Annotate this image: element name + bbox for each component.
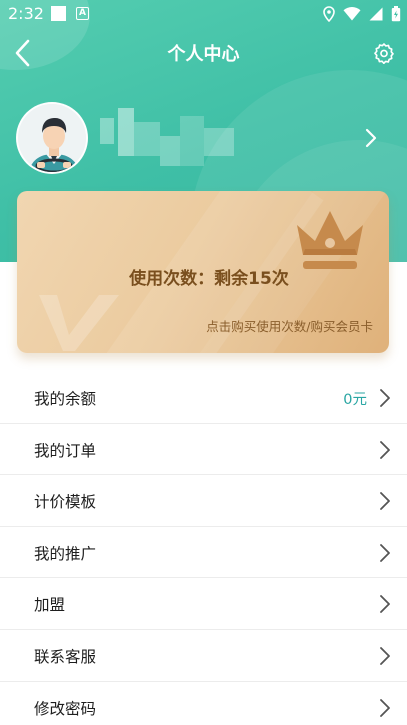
v-watermark-icon (39, 295, 119, 351)
menu-item-customer-service[interactable]: 联系客服 (0, 630, 407, 682)
signal-icon (369, 7, 383, 21)
usage-count-text: 使用次数：剩余15次 (129, 269, 289, 289)
menu-list: 我的余额 0元 我的订单 计价模板 我的推广 加盟 联系客服 修改密码 (0, 372, 407, 725)
page-title: 个人中心 (167, 44, 240, 65)
square-notification-icon (51, 6, 66, 21)
chevron-right-icon (380, 492, 390, 511)
menu-item-orders[interactable]: 我的订单 (0, 424, 407, 476)
chevron-right-icon (380, 389, 390, 407)
menu-item-label: 加盟 (34, 596, 66, 615)
menu-item-promotion[interactable]: 我的推广 (0, 527, 407, 579)
chevron-right-icon (380, 595, 390, 614)
menu-item-label: 我的推广 (34, 544, 97, 563)
a-notification-icon: A (76, 7, 89, 20)
vip-card[interactable]: 使用次数：剩余15次 点击购买使用次数/购买会员卡 (17, 191, 389, 353)
battery-icon (391, 6, 401, 22)
location-icon (323, 6, 335, 22)
wifi-icon (343, 7, 361, 21)
gear-icon (374, 43, 394, 64)
chevron-right-icon (380, 647, 390, 665)
chevron-right-icon (365, 128, 377, 148)
status-bar: 2:32 A (0, 0, 407, 28)
profile-row[interactable] (0, 100, 407, 176)
menu-item-label: 联系客服 (34, 647, 97, 666)
settings-button[interactable] (371, 40, 397, 66)
menu-item-change-password[interactable]: 修改密码 (0, 682, 407, 725)
driver-avatar (16, 102, 88, 174)
buy-membership-link[interactable]: 点击购买使用次数/购买会员卡 (206, 316, 373, 335)
menu-item-label: 修改密码 (34, 699, 97, 718)
menu-item-pricing-template[interactable]: 计价模板 (0, 475, 407, 527)
profile-name-blurred (100, 108, 250, 172)
status-time: 2:32 (8, 4, 44, 23)
chevron-right-icon (380, 440, 390, 459)
menu-item-join[interactable]: 加盟 (0, 578, 407, 630)
menu-item-balance[interactable]: 我的余额 0元 (0, 372, 407, 424)
chevron-right-icon (380, 698, 390, 717)
menu-item-label: 计价模板 (34, 493, 97, 512)
chevron-right-icon (380, 543, 390, 562)
balance-value: 0元 (343, 392, 367, 408)
menu-item-label: 我的订单 (34, 441, 97, 460)
menu-item-label: 我的余额 (34, 390, 97, 408)
